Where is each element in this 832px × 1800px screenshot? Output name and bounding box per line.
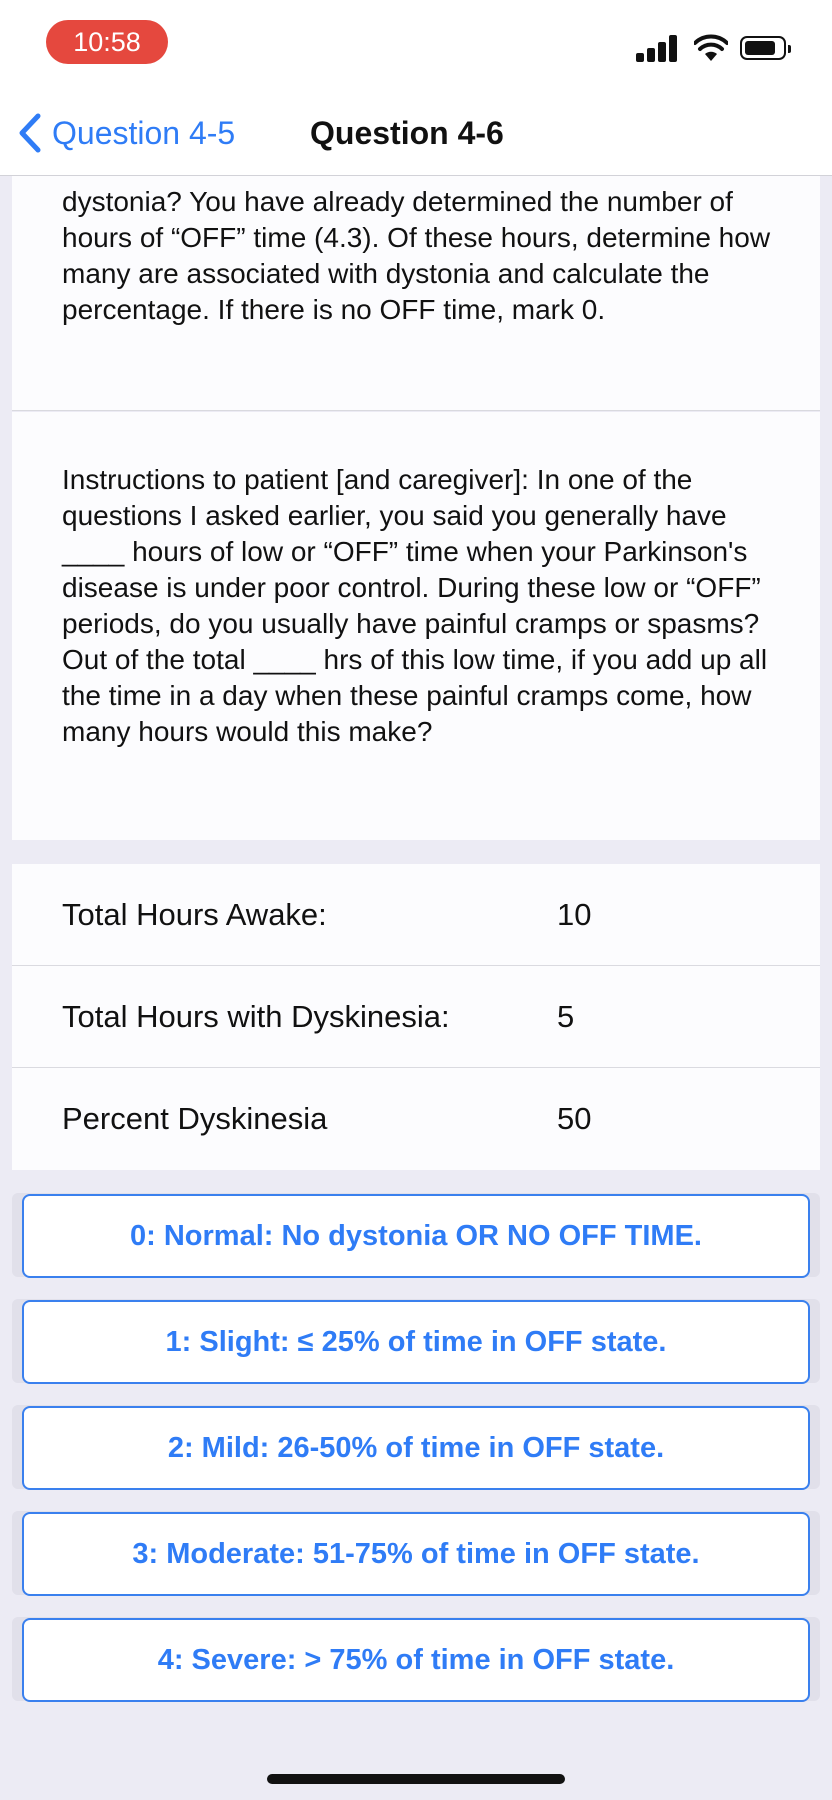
score-option-2-button[interactable]: 2: Mild: 26-50% of time in OFF state. <box>22 1406 810 1490</box>
score-option-0-button[interactable]: 0: Normal: No dystonia OR NO OFF TIME. <box>22 1194 810 1278</box>
back-button[interactable]: Question 4-5 <box>18 110 235 156</box>
row-value: 50 <box>557 1101 592 1136</box>
chevron-left-icon <box>19 113 41 153</box>
row-label: Total Hours with Dyskinesia: <box>62 999 450 1034</box>
status-icons <box>636 34 796 62</box>
table-row: Total Hours Awake: 10 <box>12 864 820 966</box>
status-time: 10:58 <box>46 20 168 64</box>
row-label: Total Hours Awake: <box>62 897 327 932</box>
question-description-card: dystonia? You have already determined th… <box>12 176 820 411</box>
row-value: 5 <box>557 999 575 1034</box>
row-value: 10 <box>557 897 592 932</box>
question-description: dystonia? You have already determined th… <box>62 186 771 325</box>
signal-icon <box>636 34 686 62</box>
score-option-4-button[interactable]: 4: Severe: > 75% of time in OFF state. <box>22 1618 810 1702</box>
patient-instructions: Instructions to patient [and caregiver]:… <box>62 464 768 747</box>
home-indicator[interactable] <box>267 1774 565 1784</box>
score-option-1-button[interactable]: 1: Slight: ≤ 25% of time in OFF state. <box>22 1300 810 1384</box>
table-row: Percent Dyskinesia 50 <box>12 1068 820 1170</box>
summary-table: Total Hours Awake: 10 Total Hours with D… <box>12 864 820 1170</box>
score-option-3-button[interactable]: 3: Moderate: 51-75% of time in OFF state… <box>22 1512 810 1596</box>
back-button-label: Question 4-5 <box>52 114 236 151</box>
page-title: Question 4-6 <box>310 115 504 151</box>
status-bar: 10:58 <box>0 0 832 90</box>
row-label: Percent Dyskinesia <box>62 1101 328 1136</box>
table-row: Total Hours with Dyskinesia: 5 <box>12 966 820 1068</box>
navigation-bar: Question 4-5 Question 4-6 <box>0 90 832 176</box>
wifi-icon <box>694 34 728 61</box>
instructions-card: Instructions to patient [and caregiver]:… <box>12 412 820 840</box>
battery-icon <box>740 36 791 60</box>
